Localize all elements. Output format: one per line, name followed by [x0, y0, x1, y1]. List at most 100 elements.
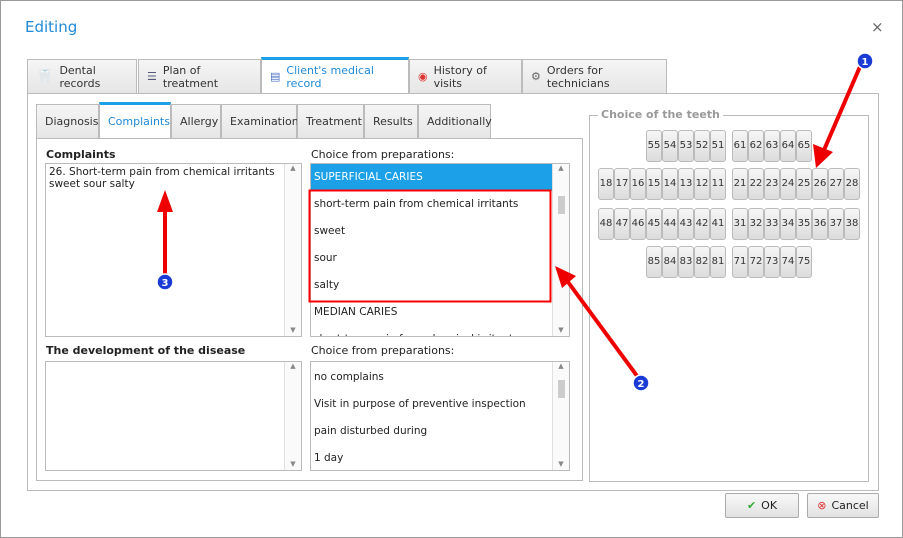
tab-history-of-visits[interactable]: ◉ History of visits — [409, 59, 522, 93]
tooth-button[interactable]: 16 — [630, 168, 646, 200]
tooth-button[interactable]: 33 — [764, 208, 780, 240]
complaints-textarea[interactable]: 26. Short-term pain from chemical irrita… — [45, 163, 302, 337]
subtab-label: Additionally — [427, 115, 492, 128]
tooth-button[interactable]: 71 — [732, 246, 748, 278]
subtab-additionally[interactable]: Additionally — [418, 104, 492, 138]
subtab-allergy[interactable]: Allergy — [171, 104, 221, 138]
list-item[interactable]: no complains — [311, 364, 552, 391]
tooth-button[interactable]: 14 — [662, 168, 678, 200]
subtab-label: Diagnosis — [45, 115, 99, 128]
subtab-treatment[interactable]: Treatment — [297, 104, 364, 138]
scrollbar[interactable]: ▲ ▼ — [552, 362, 569, 470]
tooth-button[interactable]: 38 — [844, 208, 860, 240]
tooth-button[interactable]: 52 — [694, 130, 710, 162]
tooth-button[interactable]: 47 — [614, 208, 630, 240]
tooth-button[interactable]: 15 — [646, 168, 662, 200]
complaints-preparations-list[interactable]: SUPERFICIAL CARIES short-term pain from … — [310, 163, 570, 337]
tooth-button[interactable]: 26 — [812, 168, 828, 200]
tooth-button[interactable]: 53 — [678, 130, 694, 162]
ok-button[interactable]: ✔ OK — [725, 493, 799, 518]
scrollbar[interactable]: ▲ ▼ — [284, 362, 301, 470]
tooth-button[interactable]: 83 — [678, 246, 694, 278]
tooth-button[interactable]: 31 — [732, 208, 748, 240]
tab-clients-medical-record[interactable]: ▤ Client's medical record — [261, 57, 409, 93]
tooth-button[interactable]: 37 — [828, 208, 844, 240]
list-item[interactable]: sour — [311, 245, 552, 272]
prep-label: Choice from preparations: — [311, 148, 455, 161]
tooth-button[interactable]: 65 — [796, 130, 812, 162]
tooth-button[interactable]: 21 — [732, 168, 748, 200]
tooth-button[interactable]: 72 — [748, 246, 764, 278]
tooth-button[interactable]: 43 — [678, 208, 694, 240]
document-icon: ▤ — [270, 70, 281, 83]
tooth-button[interactable]: 22 — [748, 168, 764, 200]
tooth-button[interactable]: 82 — [694, 246, 710, 278]
tab-label: Orders for technicians — [546, 63, 610, 90]
cancel-button[interactable]: ⊗ Cancel — [807, 493, 879, 518]
tooth-button[interactable]: 85 — [646, 246, 662, 278]
subtab-diagnosis[interactable]: Diagnosis — [36, 104, 99, 138]
subtab-label: Examination — [230, 115, 299, 128]
list-item[interactable]: pain disturbed during — [311, 418, 552, 445]
subtab-label: Results — [373, 115, 413, 128]
list-item[interactable]: Visit in purpose of preventive inspectio… — [311, 391, 552, 418]
tooth-button[interactable]: 42 — [694, 208, 710, 240]
tooth-button[interactable]: 62 — [748, 130, 764, 162]
tooth-button[interactable]: 73 — [764, 246, 780, 278]
development-preparations-list[interactable]: no complains Visit in purpose of prevent… — [310, 361, 570, 471]
tooth-button[interactable]: 51 — [710, 130, 726, 162]
tab-orders-for-technicians[interactable]: ⚙ Orders for technicians — [522, 59, 667, 93]
development-label: The development of the disease — [46, 344, 246, 357]
tooth-button[interactable]: 12 — [694, 168, 710, 200]
tooth-button[interactable]: 61 — [732, 130, 748, 162]
subtab-label: Complaints — [108, 115, 170, 128]
tooth-button[interactable]: 54 — [662, 130, 678, 162]
scrollbar[interactable]: ▲ ▼ — [552, 164, 569, 336]
tooth-button[interactable]: 48 — [598, 208, 614, 240]
gears-icon: ⚙ — [531, 70, 541, 83]
list-item[interactable]: 1 day — [311, 445, 552, 470]
history-icon: ◉ — [418, 70, 428, 83]
check-icon: ✔ — [746, 499, 757, 512]
tooth-button[interactable]: 36 — [812, 208, 828, 240]
tooth-button[interactable]: 81 — [710, 246, 726, 278]
tooth-button[interactable]: 25 — [796, 168, 812, 200]
tooth-button[interactable]: 46 — [630, 208, 646, 240]
tooth-button[interactable]: 32 — [748, 208, 764, 240]
tooth-button[interactable]: 84 — [662, 246, 678, 278]
list-item[interactable]: MEDIAN CARIES — [311, 299, 552, 326]
tooth-button[interactable]: 11 — [710, 168, 726, 200]
scrollbar[interactable]: ▲ ▼ — [284, 164, 301, 336]
development-textarea[interactable]: ▲ ▼ — [45, 361, 302, 471]
tooth-button[interactable]: 64 — [780, 130, 796, 162]
subtab-complaints[interactable]: Complaints — [99, 102, 171, 138]
tooth-button[interactable]: 17 — [614, 168, 630, 200]
tooth-button[interactable]: 75 — [796, 246, 812, 278]
tooth-button[interactable]: 44 — [662, 208, 678, 240]
tooth-button[interactable]: 35 — [796, 208, 812, 240]
list-item[interactable]: short-term pain from chemical irritants — [311, 191, 552, 218]
tooth-button[interactable]: 34 — [780, 208, 796, 240]
tab-label: Plan of treatment — [162, 63, 219, 90]
tooth-button[interactable]: 45 — [646, 208, 662, 240]
list-item[interactable]: sweet — [311, 218, 552, 245]
tooth-button[interactable]: 41 — [710, 208, 726, 240]
tooth-button[interactable]: 28 — [844, 168, 860, 200]
list-item[interactable]: short-term pain from chemical irritants — [311, 326, 552, 336]
list-item[interactable]: SUPERFICIAL CARIES — [311, 164, 552, 191]
tab-dental-records[interactable]: 🦷 Dental records — [27, 59, 137, 93]
close-button[interactable]: × — [871, 18, 884, 36]
tab-plan-of-treatment[interactable]: ☰ Plan of treatment — [138, 59, 261, 93]
subtab-examination[interactable]: Examination — [221, 104, 299, 138]
tooth-button[interactable]: 55 — [646, 130, 662, 162]
subtab-results[interactable]: Results — [364, 104, 418, 138]
tooth-button[interactable]: 23 — [764, 168, 780, 200]
tooth-button[interactable]: 74 — [780, 246, 796, 278]
tooth-button[interactable]: 13 — [678, 168, 694, 200]
tooth-button[interactable]: 27 — [828, 168, 844, 200]
list-item[interactable]: salty — [311, 272, 552, 299]
tooth-button[interactable]: 18 — [598, 168, 614, 200]
tooth-button[interactable]: 63 — [764, 130, 780, 162]
tooth-button[interactable]: 24 — [780, 168, 796, 200]
complaints-text: 26. Short-term pain from chemical irrita… — [49, 166, 275, 190]
